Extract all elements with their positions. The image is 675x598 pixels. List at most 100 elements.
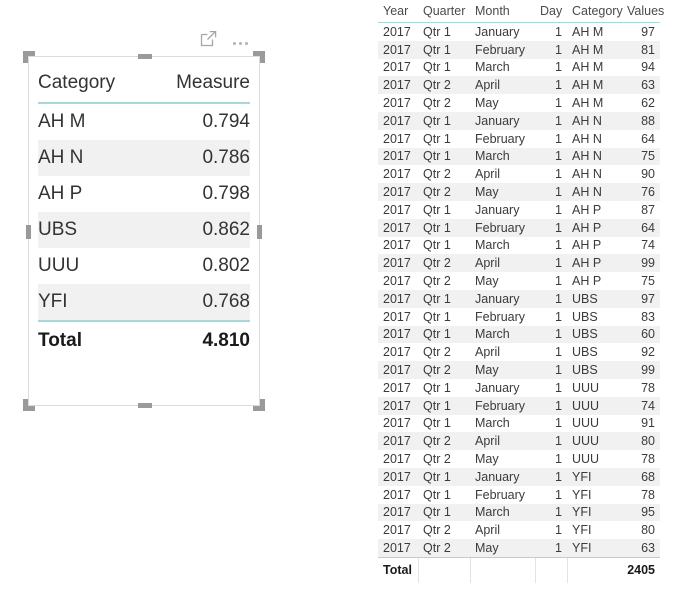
cell-year: 2017	[383, 309, 411, 324]
column-header-quarter[interactable]: Quarter	[418, 0, 470, 23]
cell-quarter: Qtr 1	[418, 467, 470, 486]
table-row[interactable]: 2017 Qtr 1 January 1 UUU 78	[378, 379, 660, 397]
table-row[interactable]: 2017 Qtr 2 May 1 AH M 62	[378, 94, 660, 112]
cell-month: March	[470, 503, 535, 522]
resize-handle-bottom-right[interactable]	[253, 399, 265, 411]
table-row[interactable]: 2017 Qtr 2 May 1 AH N 76	[378, 183, 660, 201]
table-row[interactable]: 2017 Qtr 2 May 1 UBS 99	[378, 361, 660, 379]
table-row[interactable]: 2017 Qtr 1 March 1 AH N 75	[378, 147, 660, 166]
table-row[interactable]: 2017 Qtr 1 March 1 UBS 60	[378, 325, 660, 344]
table-row[interactable]: 2017 Qtr 1 March 1 YFI 95	[378, 503, 660, 522]
table-row[interactable]: 2017 Qtr 2 April 1 AH N 90	[378, 165, 660, 183]
table-row[interactable]: 2017 Qtr 1 February 1 UUU 74	[378, 396, 660, 415]
column-header-month[interactable]: Month	[470, 0, 535, 23]
table-row[interactable]: 2017 Qtr 1 January 1 AH N 88	[378, 111, 660, 130]
cell-day: 1	[555, 380, 562, 395]
cell-category: AH M	[567, 40, 622, 59]
table-row[interactable]: UUU 0.802	[38, 248, 250, 284]
table-row[interactable]: YFI 0.768	[38, 284, 250, 321]
resize-handle-bottom-center[interactable]	[138, 403, 152, 408]
cell-month: February	[470, 40, 535, 59]
visual-selection-frame[interactable]: Category Measure AH M 0.794 AH N 0.786 A…	[23, 51, 265, 411]
cell-category: AH M	[572, 24, 604, 39]
table-row[interactable]: 2017 Qtr 2 April 1 YFI 80	[378, 521, 660, 539]
cell-year: 2017	[378, 539, 418, 558]
table-row[interactable]: 2017 Qtr 2 May 1 AH P 75	[378, 272, 660, 290]
column-header-year[interactable]: Year	[378, 0, 418, 23]
table-row[interactable]: 2017 Qtr 2 April 1 AH P 99	[378, 254, 660, 273]
cell-category: UBS	[572, 345, 598, 360]
table-row[interactable]: 2017 Qtr 1 March 1 AH M 94	[378, 59, 660, 77]
column-header-category[interactable]: Category	[567, 0, 623, 23]
cell-category: YFI	[572, 523, 592, 538]
cell-category: AH N	[38, 140, 150, 176]
resize-handle-middle-right[interactable]	[257, 225, 262, 239]
resize-handle-top-center[interactable]	[138, 54, 152, 59]
cell-year: 2017	[378, 183, 418, 201]
total-blank-quarter	[417, 556, 470, 583]
column-header-measure[interactable]: Measure	[150, 64, 250, 104]
table-row[interactable]: 2017 Qtr 1 February 1 AH P 64	[378, 218, 660, 237]
cell-values: 75	[622, 147, 660, 166]
ellipsis-dot	[233, 42, 236, 45]
table-row[interactable]: 2017 Qtr 1 February 1 AH M 81	[378, 40, 660, 59]
cell-measure: 0.802	[202, 255, 250, 276]
cell-values: 60	[622, 325, 660, 344]
cell-month: April	[470, 76, 535, 95]
source-data-table[interactable]: Year Quarter Month Day Category Values 2…	[378, 0, 664, 583]
table-row[interactable]: 2017 Qtr 1 March 1 UUU 91	[378, 415, 660, 433]
more-options-icon[interactable]	[233, 28, 248, 48]
table-row[interactable]: AH N 0.786	[38, 140, 250, 176]
table-row[interactable]: 2017 Qtr 2 April 1 UBS 92	[378, 343, 660, 361]
cell-day: 1	[535, 147, 567, 166]
table-row[interactable]: 2017 Qtr 1 January 1 AH M 97	[378, 23, 660, 41]
source-data-table-panel[interactable]: Year Quarter Month Day Category Values 2…	[378, 0, 668, 598]
cell-category: UUU	[567, 396, 622, 415]
column-header-values[interactable]: Values	[622, 0, 664, 23]
table-row[interactable]: 2017 Qtr 1 March 1 AH P 74	[378, 237, 660, 255]
cell-values: 75	[641, 274, 655, 289]
table-row[interactable]: 2017 Qtr 2 May 1 UUU 78	[378, 450, 660, 468]
cell-year: 2017	[378, 467, 418, 486]
total-label: Total	[38, 320, 150, 360]
column-header-category[interactable]: Category	[38, 64, 150, 104]
cell-month: January	[470, 111, 535, 130]
cell-quarter: Qtr 1	[423, 238, 451, 253]
cell-day: 1	[555, 96, 562, 111]
table-row[interactable]: AH M 0.794	[38, 103, 250, 140]
table-row[interactable]: 2017 Qtr 1 January 1 AH P 87	[378, 201, 660, 219]
cell-values: 97	[622, 289, 660, 308]
table-row[interactable]: 2017 Qtr 1 February 1 YFI 78	[378, 486, 660, 504]
table-row[interactable]: UBS 0.862	[38, 212, 250, 248]
cell-day: 1	[555, 487, 562, 502]
cell-category: AH M	[572, 60, 604, 75]
resize-handle-middle-left[interactable]	[26, 225, 31, 239]
table-row[interactable]: 2017 Qtr 1 January 1 YFI 68	[378, 467, 660, 486]
total-label: Total	[378, 556, 418, 583]
cell-day: 1	[535, 539, 567, 558]
cell-quarter: Qtr 1	[423, 380, 451, 395]
table-row[interactable]: 2017 Qtr 2 May 1 YFI 63	[378, 539, 660, 558]
cell-day: 1	[555, 274, 562, 289]
power-bi-table-visual[interactable]: Category Measure AH M 0.794 AH N 0.786 A…	[0, 0, 330, 598]
cell-quarter: Qtr 2	[418, 254, 470, 273]
table-row[interactable]: AH P 0.798	[38, 176, 250, 212]
table-row[interactable]: 2017 Qtr 1 January 1 UBS 97	[378, 289, 660, 308]
resize-handle-top-left[interactable]	[23, 51, 35, 63]
measure-table[interactable]: Category Measure AH M 0.794 AH N 0.786 A…	[38, 64, 250, 360]
resize-handle-bottom-left[interactable]	[23, 399, 35, 411]
cell-measure: 0.798	[202, 183, 250, 204]
table-row[interactable]: 2017 Qtr 1 February 1 UBS 83	[378, 308, 660, 326]
cell-month: May	[470, 183, 535, 201]
cell-day: 1	[535, 289, 567, 308]
column-header-day[interactable]: Day	[535, 0, 567, 23]
cell-category: YFI	[38, 284, 150, 321]
resize-handle-top-right[interactable]	[253, 51, 265, 63]
cell-category: YFI	[567, 503, 622, 522]
focus-mode-icon[interactable]	[200, 30, 217, 47]
cell-month: January	[475, 24, 520, 39]
table-row[interactable]: 2017 Qtr 2 April 1 UUU 80	[378, 432, 660, 451]
table-row[interactable]: 2017 Qtr 1 February 1 AH N 64	[378, 130, 660, 148]
cell-values: 90	[641, 167, 655, 182]
table-row[interactable]: 2017 Qtr 2 April 1 AH M 63	[378, 76, 660, 95]
